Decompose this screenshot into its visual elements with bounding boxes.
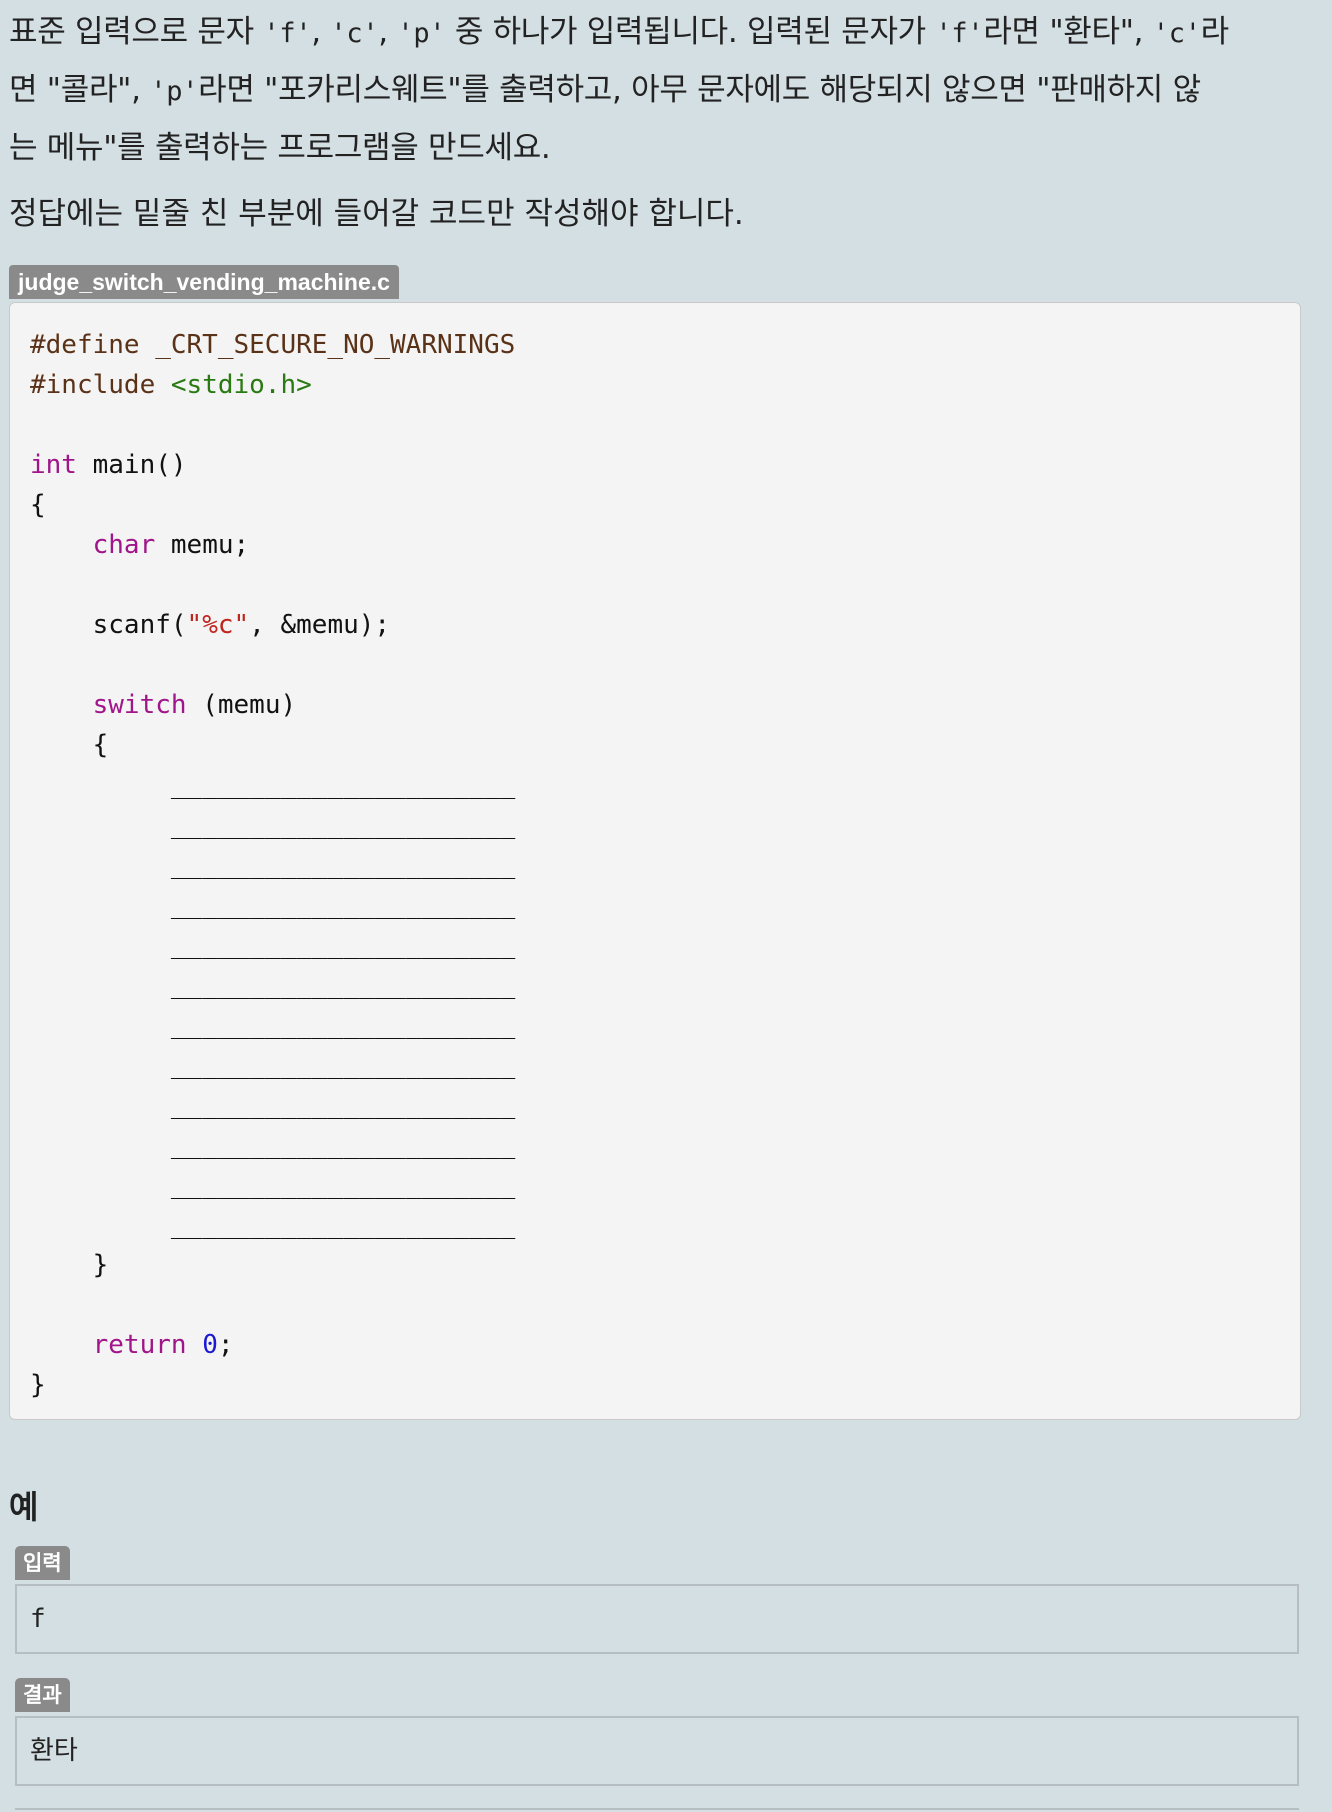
code-blank-line: ______________________	[170, 1210, 516, 1240]
example-output-box: 환타	[15, 1716, 1299, 1786]
inline-code: 'p'	[397, 18, 446, 49]
code-scanf: scanf(	[92, 610, 187, 640]
code-scanf-args: , &memu);	[249, 610, 391, 640]
source-code: #define _CRT_SECURE_NO_WARNINGS #include…	[30, 325, 515, 1405]
code-brace: {	[30, 490, 46, 520]
code-blank-line: ______________________	[170, 1050, 516, 1080]
code-blank-line: ______________________	[170, 1170, 516, 1200]
inline-code: 'f'	[263, 18, 312, 49]
text-span: 표준 입력으로 문자	[9, 14, 264, 50]
code-blank-line: ______________________	[170, 810, 516, 840]
code-blank-line: ______________________	[170, 1010, 516, 1040]
code-semicolon: ;	[217, 1330, 234, 1360]
example-heading: 예	[9, 1488, 39, 1526]
code-blank-line: ______________________	[170, 770, 516, 800]
problem-description: 표준 입력으로 문자 'f', 'c', 'p' 중 하나가 입력됩니다. 입력…	[9, 4, 1309, 177]
code-number: 0	[202, 1330, 218, 1360]
inline-code: 'c'	[330, 18, 379, 49]
code-keyword: char	[92, 530, 156, 560]
instruction-note: 정답에는 밑줄 친 부분에 들어갈 코드만 작성해야 합니다.	[9, 196, 744, 232]
code-blank-line: ______________________	[170, 1130, 516, 1160]
example-input-box: f	[15, 1584, 1299, 1654]
code-blank-line: ______________________	[170, 930, 516, 960]
code-blank-line: ______________________	[170, 890, 516, 920]
code-define: #define _CRT_SECURE_NO_WARNINGS	[30, 330, 516, 360]
code-main: main()	[76, 450, 187, 480]
text-span: ,	[311, 14, 331, 50]
inline-code: 'c'	[1152, 18, 1201, 49]
inline-code: 'f'	[935, 18, 984, 49]
code-blank-line: ______________________	[170, 1090, 516, 1120]
example-output-value: 환타	[30, 1736, 78, 1766]
text-span: 면 "콜라",	[9, 72, 151, 108]
file-name-tab: judge_switch_vending_machine.c	[9, 265, 399, 299]
text-span: ,	[378, 14, 398, 50]
code-include: #include	[30, 370, 171, 400]
text-span: 는 메뉴"를 출력하는 프로그램을 만드세요.	[9, 130, 551, 166]
code-keyword: return	[92, 1330, 187, 1360]
text-span: 라면 "환타",	[983, 14, 1153, 50]
code-string: "%c"	[186, 610, 250, 640]
text-span: 중 하나가 입력됩니다. 입력된 문자가	[445, 14, 936, 50]
code-brace: }	[30, 1370, 46, 1400]
code-keyword: switch	[92, 690, 187, 720]
code-brace: }	[92, 1250, 109, 1280]
problem-text: 표준 입력으로 문자 'f', 'c', 'p' 중 하나가 입력됩니다. 입력…	[9, 4, 1309, 177]
divider	[15, 1808, 1299, 1810]
input-label: 입력	[15, 1546, 70, 1580]
example-input-value: f	[30, 1604, 46, 1634]
output-label: 결과	[15, 1678, 70, 1712]
code-block: #define _CRT_SECURE_NO_WARNINGS #include…	[9, 302, 1301, 1420]
code-blank-line: ______________________	[170, 850, 516, 880]
code-brace: {	[92, 730, 109, 760]
text-span: 라	[1200, 14, 1230, 50]
text-span: 라면 "포카리스웨트"를 출력하고, 아무 문자에도 해당되지 않으면 "판매하…	[198, 72, 1201, 108]
code-decl: memu;	[155, 530, 250, 560]
code-switch: (memu)	[186, 690, 297, 720]
code-include-file: <stdio.h>	[170, 370, 312, 400]
code-keyword: int	[30, 450, 77, 480]
code-blank-line: ______________________	[170, 970, 516, 1000]
inline-code: 'p'	[150, 76, 199, 107]
